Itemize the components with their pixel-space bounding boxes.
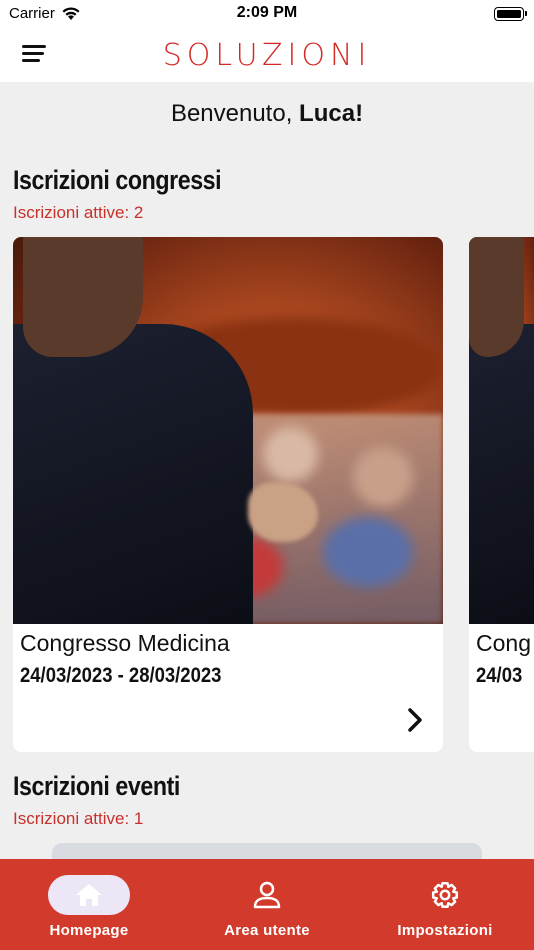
- chevron-right-icon[interactable]: [405, 707, 425, 733]
- congress-card[interactable]: Cong 24/03: [469, 237, 534, 752]
- status-bar: Carrier 2:09 PM: [0, 0, 534, 30]
- tab-homepage-label: Homepage: [49, 922, 129, 939]
- congress-active-count: Iscrizioni attive: 2: [13, 203, 144, 222]
- app-header: SOLUZIONI: [0, 30, 534, 82]
- tab-homepage[interactable]: Homepage: [0, 859, 178, 950]
- tab-area-utente[interactable]: Area utente: [178, 859, 356, 950]
- congress-card-title: Cong: [476, 630, 531, 656]
- tab-impostazioni[interactable]: Impostazioni: [356, 859, 534, 950]
- gear-icon: [431, 881, 459, 909]
- congress-card-dates: 24/03/2023 - 28/03/2023: [20, 664, 222, 687]
- congress-card-image: [13, 237, 443, 624]
- bottom-tab-bar: Homepage Area utente Impostazioni: [0, 859, 534, 950]
- welcome-message: Benvenuto, Luca!: [0, 100, 534, 128]
- congress-card-dates: 24/03: [476, 664, 523, 687]
- congress-section-title: Iscrizioni congressi: [13, 165, 222, 195]
- welcome-user-name: Luca!: [299, 100, 364, 127]
- battery-icon: [494, 7, 527, 21]
- tab-area-utente-label: Area utente: [224, 922, 310, 939]
- events-section-title: Iscrizioni eventi: [13, 771, 180, 801]
- app-logo: SOLUZIONI: [162, 38, 372, 73]
- congress-card-image: [469, 237, 534, 624]
- user-icon: [253, 881, 281, 909]
- tab-impostazioni-label: Impostazioni: [397, 922, 493, 939]
- home-icon: [76, 884, 102, 906]
- welcome-greeting: Benvenuto,: [170, 100, 293, 127]
- congress-card-title: Congresso Medicina: [20, 630, 230, 656]
- events-active-count: Iscrizioni attive: 1: [13, 809, 144, 828]
- congress-card[interactable]: Congresso Medicina 24/03/2023 - 28/03/20…: [13, 237, 443, 752]
- status-time: 2:09 PM: [236, 4, 298, 21]
